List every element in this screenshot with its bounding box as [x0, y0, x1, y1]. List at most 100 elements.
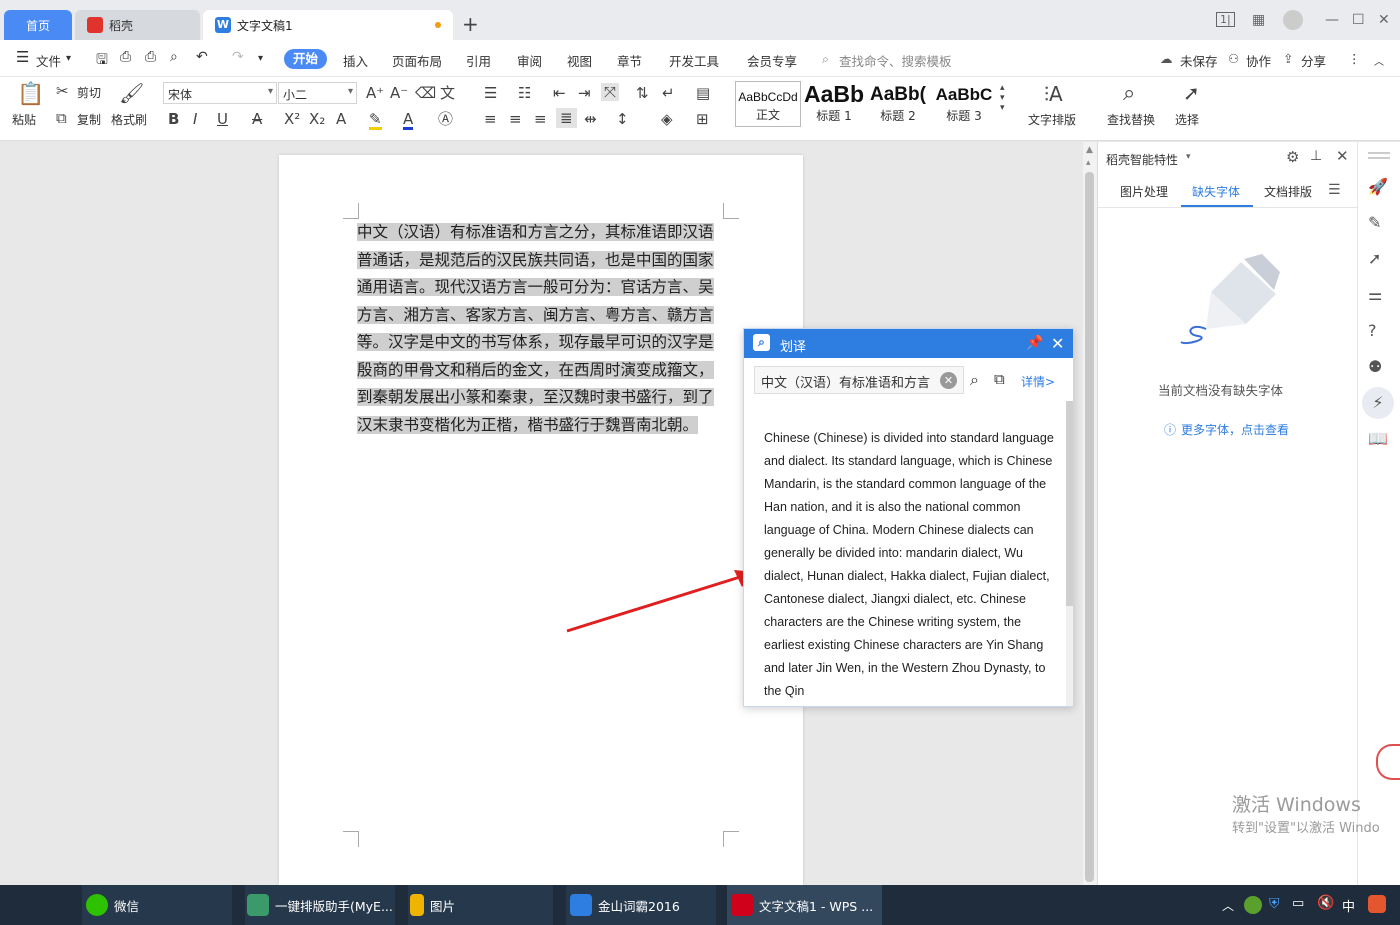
taskbar-item-wps[interactable]: 文字文稿1 - WPS ... — [727, 885, 882, 925]
style-heading-3[interactable]: AaBbC 标题 3 — [931, 81, 997, 127]
customize-icon[interactable]: ▾ — [258, 53, 263, 64]
tab-image-processing[interactable]: 图片处理 — [1120, 183, 1168, 200]
drag-handle-icon[interactable] — [1368, 152, 1390, 154]
tab-home[interactable]: 首页 — [4, 10, 72, 40]
redo-icon[interactable]: ↷ — [232, 49, 244, 65]
superscript-icon[interactable]: X² — [284, 111, 300, 127]
network-icon[interactable]: ▭ — [1292, 896, 1304, 911]
numbered-list-icon[interactable]: ☷ — [518, 85, 531, 101]
style-normal[interactable]: AaBbCcDd 正文 — [735, 81, 801, 127]
font-color-icon[interactable]: A — [403, 111, 414, 130]
apps-grid-icon[interactable]: ▦ — [1252, 12, 1265, 28]
char-border-icon[interactable]: Ⓐ — [438, 111, 453, 127]
table-tools-icon[interactable]: ▤ — [696, 85, 710, 101]
document-body-text[interactable]: 中文（汉语）有标准语和方言之分，其标准语即汉语普通话，是规范后的汉民族共同语，也… — [357, 219, 727, 439]
chinese-layout-icon[interactable]: ⤧ — [601, 83, 620, 101]
find-replace-button[interactable]: 查找替换 — [1107, 111, 1155, 128]
command-search-input[interactable]: 查找命令、搜索模板 — [839, 51, 952, 70]
text-layout-button[interactable]: 文字排版 — [1028, 111, 1076, 128]
style-heading-1[interactable]: AaBb 标题 1 — [803, 81, 865, 127]
maximize-icon[interactable]: ☐ — [1352, 12, 1365, 28]
italic-icon[interactable]: I — [193, 111, 197, 127]
format-painter-icon[interactable]: 🖌 — [119, 82, 144, 104]
find-replace-icon[interactable]: ⌕ — [1123, 82, 1135, 106]
borders-icon[interactable]: ⊞ — [696, 111, 709, 127]
highlight-icon[interactable]: ✎ — [369, 111, 382, 130]
menu-member[interactable]: 会员专享 — [747, 51, 797, 70]
font-size-select[interactable]: 小二 — [278, 82, 357, 104]
pen-icon[interactable]: ✎ — [1368, 213, 1381, 232]
ime-indicator[interactable]: 中 — [1342, 896, 1355, 915]
undo-icon[interactable]: ↶ — [196, 49, 208, 65]
cut-button[interactable]: 剪切 — [77, 84, 101, 101]
hamburger-icon[interactable]: ☰ — [16, 48, 29, 66]
show-marks-icon[interactable]: ↵ — [662, 85, 675, 101]
print-preview-icon[interactable]: ⌕ — [170, 49, 178, 65]
underline-icon[interactable]: U — [217, 111, 228, 127]
menu-chapter[interactable]: 章节 — [617, 51, 642, 70]
bullet-list-icon[interactable]: ☰ — [484, 85, 497, 101]
tab-document[interactable]: W 文字文稿1 — [203, 10, 453, 40]
tab-missing-fonts[interactable]: 缺失字体 — [1192, 183, 1240, 200]
popup-header[interactable]: ⌕ 划译 📌 ✕ — [744, 329, 1073, 358]
smart-features-icon[interactable]: ⚡ — [1362, 387, 1394, 419]
pin-icon[interactable]: 📌 — [1026, 335, 1043, 351]
more-fonts-link[interactable]: 更多字体，点击查看 — [1181, 421, 1289, 438]
translate-popup[interactable]: ⌕ 划译 📌 ✕ 中文（汉语）有标准语和方言 ✕ ⌕ ⧉ 详情> Chinese… — [743, 328, 1074, 707]
save-icon[interactable]: 🖫 — [96, 49, 108, 73]
taskbar-item-wechat[interactable]: 微信 — [82, 885, 232, 925]
gear-icon[interactable]: ⚙ — [1286, 148, 1299, 166]
translate-query-input[interactable]: 中文（汉语）有标准语和方言 — [754, 366, 964, 394]
share-button[interactable]: 分享 — [1301, 51, 1326, 70]
paste-icon[interactable]: 📋 — [17, 83, 44, 107]
menu-insert[interactable]: 插入 — [343, 51, 368, 70]
popup-scrollbar-thumb[interactable] — [1066, 401, 1073, 606]
align-left-icon[interactable]: ≡ — [484, 111, 497, 127]
volume-muted-icon[interactable]: 🔇 — [1317, 895, 1334, 911]
scroll-up-icon[interactable]: ▲ — [1086, 145, 1093, 155]
text-effect-icon[interactable]: A — [336, 111, 346, 127]
scroll-up-icon[interactable]: ▴ — [1086, 158, 1091, 168]
text-layout-icon[interactable]: ⫶A — [1044, 83, 1063, 105]
copy-icon[interactable]: ⧉ — [56, 110, 67, 126]
format-painter-button[interactable]: 格式刷 — [111, 111, 147, 128]
selected-text[interactable]: 中文（汉语）有标准语和方言之分，其标准语即汉语普通话，是规范后的汉民族共同语，也… — [357, 223, 714, 434]
clear-icon[interactable]: ✕ — [940, 372, 957, 389]
sogou-icon[interactable] — [1368, 895, 1386, 913]
menu-file[interactable]: 文件 — [36, 51, 61, 70]
increase-indent-icon[interactable]: ⇥ — [578, 85, 591, 101]
menu-review[interactable]: 审阅 — [517, 51, 542, 70]
clear-format-icon[interactable]: ⌫ — [415, 85, 436, 101]
font-shrink-icon[interactable]: A⁻ — [390, 85, 408, 101]
menu-developer[interactable]: 开发工具 — [669, 51, 719, 70]
subscript-icon[interactable]: X₂ — [309, 111, 325, 127]
bold-icon[interactable]: B — [168, 111, 179, 127]
menu-reference[interactable]: 引用 — [466, 51, 491, 70]
strikethrough-icon[interactable]: A — [252, 111, 262, 127]
shading-icon[interactable]: ◈ — [661, 111, 673, 127]
export-icon[interactable]: ⎙ — [120, 49, 131, 65]
align-center-icon[interactable]: ≡ — [509, 111, 522, 127]
scrollbar-thumb[interactable] — [1085, 172, 1094, 882]
help-icon[interactable]: ? — [1368, 321, 1377, 340]
minimize-icon[interactable]: — — [1325, 12, 1339, 28]
float-badge-icon[interactable] — [1376, 744, 1400, 780]
align-right-icon[interactable]: ≡ — [534, 111, 547, 127]
pin-icon[interactable]: ⊥ — [1310, 148, 1322, 164]
line-spacing-icon[interactable]: ↕ — [616, 111, 629, 127]
cursor-icon[interactable]: ➚ — [1368, 249, 1381, 268]
rocket-icon[interactable]: 🚀 — [1368, 177, 1388, 196]
justify-icon[interactable]: ≣ — [556, 108, 577, 128]
chevron-down-icon[interactable]: ▾ — [66, 53, 71, 64]
book-search-icon[interactable]: 📖 — [1368, 429, 1388, 448]
collaborate-button[interactable]: 协作 — [1246, 51, 1271, 70]
menu-view[interactable]: 视图 — [567, 51, 592, 70]
select-cursor-icon[interactable]: ➚ — [1183, 82, 1200, 104]
layout-icon[interactable]: 1| — [1216, 12, 1235, 27]
taskbar-item-pictures[interactable]: 图片 — [408, 885, 553, 925]
more-icon[interactable]: ⋮ — [1348, 51, 1361, 66]
taskbar-item-typeset-helper[interactable]: 一键排版助手(MyE... — [245, 885, 395, 925]
close-icon[interactable]: ✕ — [1336, 147, 1349, 165]
chevron-down-icon[interactable]: ▾ — [1186, 152, 1191, 162]
tab-docer[interactable]: 稻壳 — [75, 10, 200, 40]
